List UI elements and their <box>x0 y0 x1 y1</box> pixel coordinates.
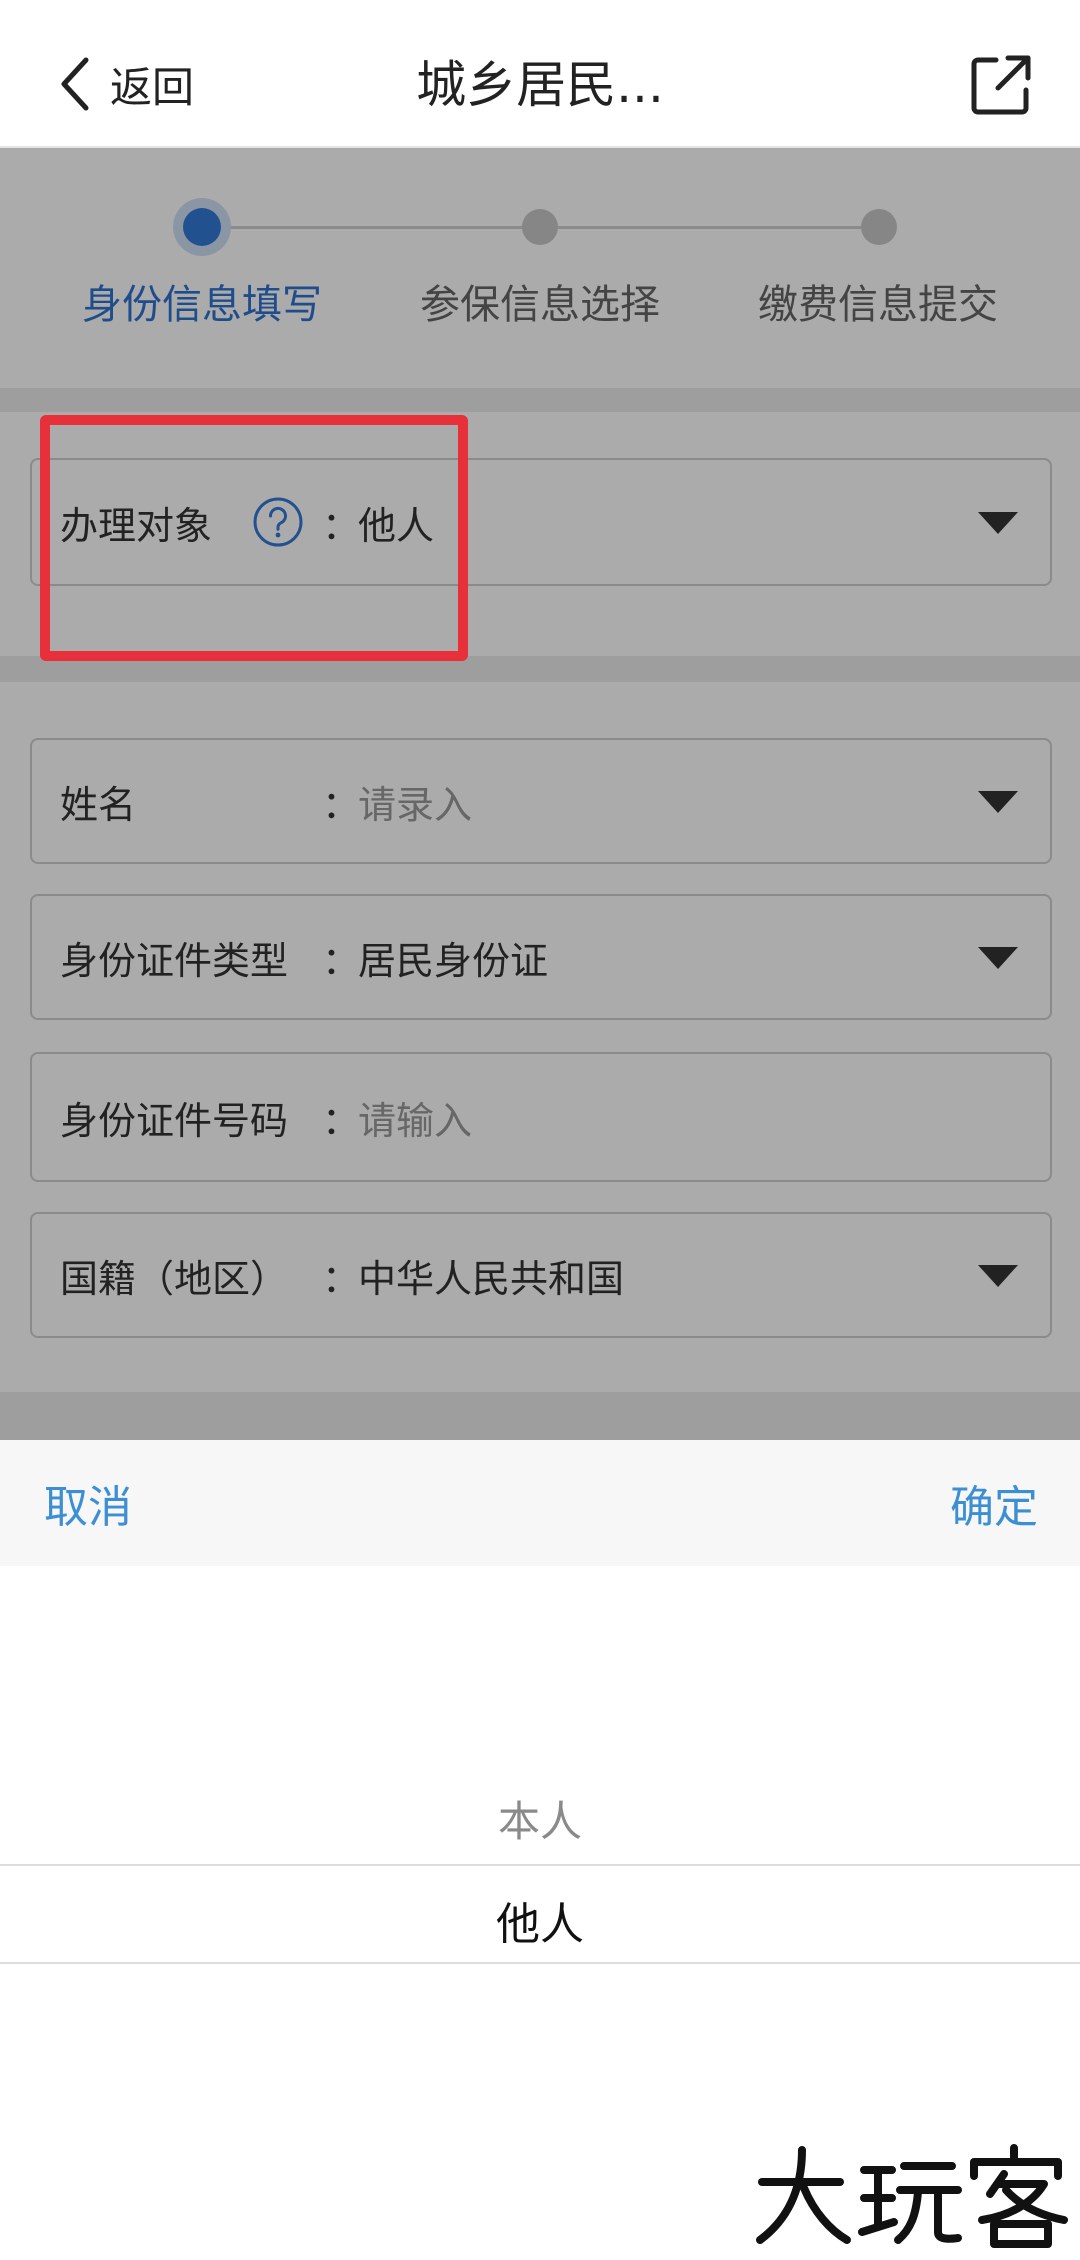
cancel-button[interactable]: 取消 <box>44 1440 132 1566</box>
modal-backdrop[interactable] <box>0 148 1080 1440</box>
page-title: 城乡居民... <box>416 56 664 114</box>
picker-toolbar: 取消 确定 <box>0 1440 1080 1566</box>
back-button[interactable]: 返回 <box>56 48 194 120</box>
highlight-annotation <box>40 415 468 661</box>
external-link-icon[interactable] <box>968 52 1034 118</box>
picker-divider <box>0 1962 1080 1964</box>
picker-option-self[interactable]: 本人 <box>0 1788 1080 1849</box>
watermark-logo <box>756 2144 1068 2248</box>
picker-option-other[interactable]: 他人 <box>0 1888 1080 1952</box>
picker-divider <box>0 1864 1080 1866</box>
back-label: 返回 <box>110 62 195 112</box>
confirm-button[interactable]: 确定 <box>950 1440 1038 1566</box>
top-navigation-bar: 返回 城乡居民... <box>0 0 1080 148</box>
chevron-left-icon <box>61 57 89 111</box>
